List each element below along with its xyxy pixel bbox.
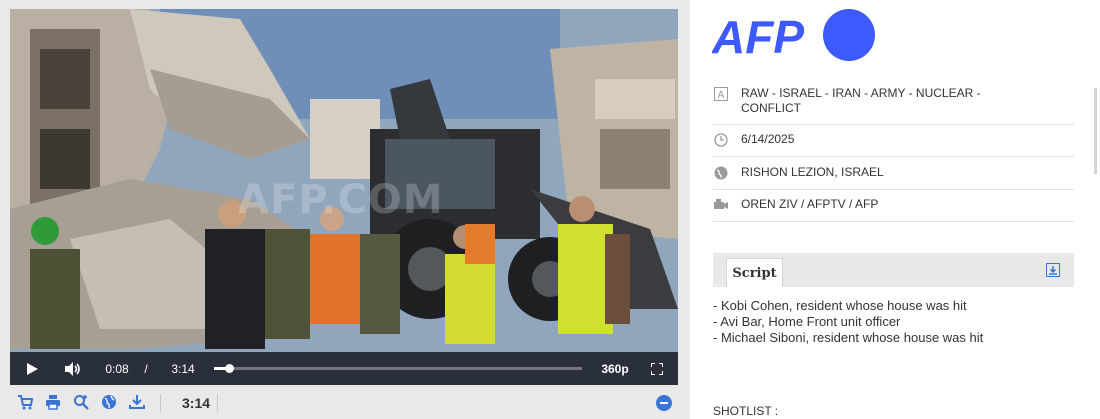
toolbar-duration: 3:14	[182, 395, 211, 411]
credit-text: OREN ZIV / AFPTV / AFP	[741, 197, 879, 211]
details-panel: AFP A RAW - ISRAEL - IRAN - ARMY - NUCLE…	[690, 0, 1100, 419]
script-line: - Avi Bar, Home Front unit officer	[713, 314, 901, 329]
cart-icon[interactable]	[16, 393, 34, 411]
date-text: 6/14/2025	[741, 132, 795, 146]
media-toolbar: 3:14	[10, 390, 678, 416]
svg-text:A: A	[718, 90, 725, 101]
total-duration: 3:14	[171, 361, 195, 376]
svg-text:AFP: AFP	[712, 11, 804, 63]
current-time: 0:08	[105, 361, 129, 376]
credit-row: OREN ZIV / AFPTV / AFP	[713, 190, 1074, 222]
seek-handle[interactable]	[224, 364, 234, 373]
fullscreen-button[interactable]	[646, 352, 668, 385]
shotlist-heading: SHOTLIST :	[713, 404, 779, 418]
globe-icon[interactable]	[100, 393, 118, 411]
collapse-button[interactable]	[656, 395, 672, 411]
volume-button[interactable]	[62, 352, 84, 385]
scrollbar[interactable]	[1094, 88, 1097, 174]
keywords-row: A RAW - ISRAEL - IRAN - ARMY - NUCLEAR -…	[713, 78, 1074, 125]
globe-icon	[714, 166, 728, 180]
video-watermark: AFP.COM	[238, 177, 444, 223]
keywords-text: RAW - ISRAEL - IRAN - ARMY - NUCLEAR - C…	[741, 86, 981, 115]
download-icon[interactable]	[1046, 263, 1060, 277]
location-row: RISHON LEZION, ISRAEL	[713, 157, 1074, 190]
toolbar-divider	[160, 394, 161, 412]
script-tab-bar: Script	[713, 253, 1074, 287]
camera-icon	[714, 199, 728, 209]
date-row: 6/14/2025	[713, 125, 1074, 157]
script-content: - Kobi Cohen, resident whose house was h…	[713, 298, 983, 346]
video-area: AFP.COM 0:08 / 3:14 360p 3:14	[0, 0, 690, 419]
tab-script[interactable]: Script	[726, 258, 783, 287]
toolbar-divider	[217, 394, 218, 412]
zoom-plus-icon[interactable]	[72, 393, 90, 411]
metadata-list: A RAW - ISRAEL - IRAN - ARMY - NUCLEAR -…	[713, 78, 1074, 222]
location-text: RISHON LEZION, ISRAEL	[741, 165, 884, 179]
download-icon[interactable]	[128, 393, 146, 411]
video-player[interactable]: AFP.COM 0:08 / 3:14 360p	[10, 9, 678, 385]
play-icon	[26, 362, 38, 375]
fullscreen-icon	[651, 362, 663, 375]
letter-a-icon: A	[714, 87, 728, 101]
afp-logo: AFP	[712, 9, 875, 63]
time-separator: /	[144, 361, 148, 376]
script-line: - Michael Siboni, resident whose house w…	[713, 330, 984, 345]
quality-selector[interactable]: 360p	[600, 352, 630, 385]
player-controls: 0:08 / 3:14 360p	[10, 352, 678, 385]
print-icon[interactable]	[44, 393, 62, 411]
play-button[interactable]	[22, 352, 42, 385]
clock-icon	[714, 133, 728, 147]
volume-icon	[65, 361, 80, 376]
seek-bar[interactable]	[214, 364, 582, 373]
script-line: - Kobi Cohen, resident whose house was h…	[713, 298, 967, 313]
